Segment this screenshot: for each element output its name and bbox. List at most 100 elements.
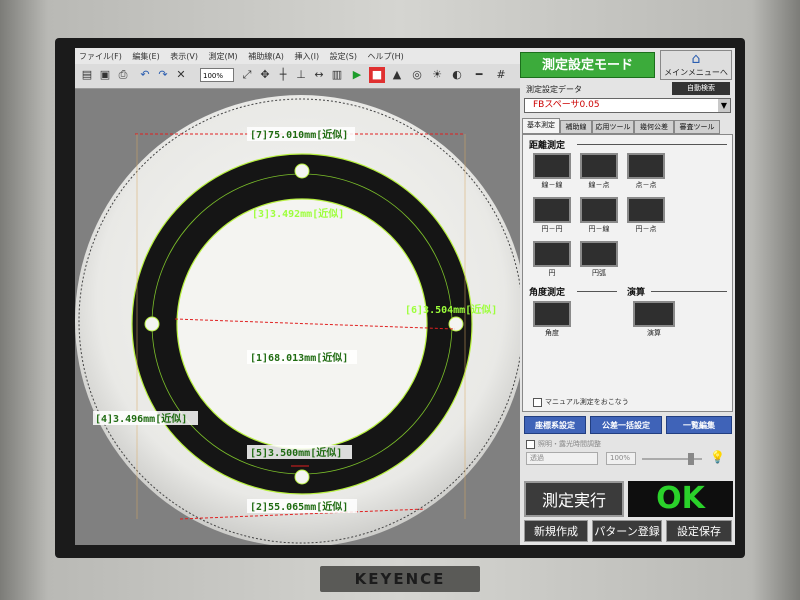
- brightness-icon[interactable]: ☀: [429, 67, 445, 83]
- manual-measure-option[interactable]: マニュアル測定をおこなう: [533, 397, 629, 407]
- pan-icon[interactable]: ✥: [257, 67, 273, 83]
- lamp-icon[interactable]: 💡: [710, 450, 725, 466]
- menu-insert[interactable]: 挿入(I): [290, 48, 323, 62]
- lighting-option[interactable]: 照明・露光時間調整: [526, 439, 601, 449]
- run-measurement-button[interactable]: 測定実行: [524, 481, 624, 517]
- angle-label: 角度: [545, 329, 559, 337]
- chevron-down-icon[interactable]: ▼: [718, 99, 730, 112]
- opacity-field[interactable]: 100%: [606, 452, 636, 465]
- auto-search-button[interactable]: 自動検索: [672, 82, 730, 95]
- tab-bar: 基本測定 補助線 応用ツール 幾何公差 審査ツール: [522, 118, 733, 134]
- line-point-tool[interactable]: [580, 153, 618, 179]
- circle-line-label: 円－線: [588, 225, 610, 233]
- illumination-select[interactable]: 透過: [526, 452, 598, 465]
- ruler-icon[interactable]: ┼: [275, 67, 291, 83]
- menu-auxiliary[interactable]: 補助線(A): [244, 48, 288, 62]
- main-menu-button[interactable]: ⌂ メインメニューへ: [660, 50, 732, 80]
- brand-logo: KEYENCE: [320, 566, 480, 592]
- menu-help[interactable]: ヘルプ(H): [364, 48, 408, 62]
- height-icon[interactable]: ⊥: [293, 67, 309, 83]
- exposure-slider-handle[interactable]: [688, 453, 694, 465]
- selected-setting: FBスペーサ0.05: [533, 100, 600, 110]
- basic-measurement-tab-body: 距離測定 線－線 線－点 点－点 円－円 円－線 円－点 円 円弧 角度測定 演…: [522, 134, 733, 412]
- measurement-label-6[interactable]: [6]3.504mm[近似]: [405, 303, 497, 316]
- calc-section-title: 演算: [627, 288, 646, 298]
- measurement-label-7[interactable]: [7]75.010mm[近似]: [250, 128, 348, 141]
- circle-point-label: 円－点: [635, 225, 657, 233]
- width-icon[interactable]: ↔: [311, 67, 327, 83]
- save-icon[interactable]: ▣: [97, 67, 113, 83]
- point-point-tool[interactable]: [627, 153, 665, 179]
- line-width-icon[interactable]: ━: [471, 67, 487, 83]
- delete-icon[interactable]: ✕: [173, 67, 189, 83]
- fit-icon[interactable]: ⤢: [239, 67, 255, 83]
- measurement-label-5[interactable]: [5]3.500mm[近似]: [250, 446, 342, 459]
- menu-measure[interactable]: 測定(M): [205, 48, 242, 62]
- hole-top: [294, 163, 310, 179]
- section-divider: [651, 291, 727, 292]
- table-icon[interactable]: ▥: [329, 67, 345, 83]
- measurement-canvas: [7]75.010mm[近似] [3]3.492mm[近似] [6]3.504m…: [75, 89, 520, 545]
- target-icon[interactable]: ◎: [409, 67, 425, 83]
- screen: ファイル(F) 編集(E) 表示(V) 測定(M) 補助線(A) 挿入(I) 設…: [75, 48, 735, 545]
- arc-tool[interactable]: [580, 241, 618, 267]
- calc-tool[interactable]: [633, 301, 675, 327]
- pattern-register-button[interactable]: パターン登録: [592, 520, 662, 542]
- home-icon: ⌂: [691, 51, 701, 67]
- angle-tool[interactable]: [533, 301, 571, 327]
- menu-bar: ファイル(F) 編集(E) 表示(V) 測定(M) 補助線(A) 挿入(I) 設…: [75, 48, 520, 64]
- tab-geometric-tolerance[interactable]: 幾何公差: [634, 120, 674, 134]
- line-line-tool[interactable]: [533, 153, 571, 179]
- point-point-label: 点－点: [635, 181, 657, 189]
- measurement-setting-mode-button[interactable]: 測定設定モード: [520, 52, 655, 78]
- camera-view[interactable]: [7]75.010mm[近似] [3]3.492mm[近似] [6]3.504m…: [75, 89, 520, 545]
- new-button[interactable]: 新規作成: [524, 520, 588, 542]
- measurement-label-4[interactable]: [4]3.496mm[近似]: [95, 412, 187, 425]
- undo-icon[interactable]: ↶: [137, 67, 153, 83]
- coordinate-setting-button[interactable]: 座標系設定: [524, 416, 586, 434]
- zoom-select[interactable]: 100%: [200, 68, 234, 82]
- play-icon[interactable]: ▶: [349, 67, 365, 83]
- hole-left: [144, 316, 160, 332]
- tolerance-batch-button[interactable]: 公差一括設定: [590, 416, 662, 434]
- image-icon[interactable]: ▲: [389, 67, 405, 83]
- measurement-label-2[interactable]: [2]55.065mm[近似]: [250, 500, 348, 513]
- list-edit-button[interactable]: 一覧編集: [666, 416, 732, 434]
- save-settings-button[interactable]: 設定保存: [666, 520, 732, 542]
- circle-line-tool[interactable]: [580, 197, 618, 223]
- contrast-icon[interactable]: ◐: [449, 67, 465, 83]
- main-menu-label: メインメニューへ: [664, 68, 728, 77]
- setting-data-select[interactable]: FBスペーサ0.05 ▼: [524, 98, 731, 113]
- calc-label: 演算: [647, 329, 661, 337]
- circle-circle-tool[interactable]: [533, 197, 571, 223]
- circle-tool[interactable]: [533, 241, 571, 267]
- tab-auxiliary[interactable]: 補助線: [560, 120, 592, 134]
- angle-section-title: 角度測定: [529, 288, 566, 298]
- manual-measure-checkbox[interactable]: [533, 397, 542, 407]
- redo-icon[interactable]: ↷: [155, 67, 171, 83]
- value-icon[interactable]: #: [493, 67, 509, 83]
- judgement-result: OK: [628, 481, 733, 517]
- toolbar: ▤ ▣ ⎙ ↶ ↷ ✕ 100% ⤢ ✥ ┼ ⊥ ↔ ▥ ▶ ■ ▲ ◎ ☀ ◐…: [75, 64, 520, 89]
- menu-file[interactable]: ファイル(F): [75, 48, 126, 62]
- line-line-label: 線－線: [541, 181, 563, 189]
- lighting-checkbox[interactable]: [526, 439, 535, 449]
- settings-panel: 測定設定モード ⌂ メインメニューへ 測定設定データ 自動検索 FBスペーサ0.…: [520, 48, 735, 545]
- circle-point-tool[interactable]: [627, 197, 665, 223]
- record-icon[interactable]: ■: [369, 67, 385, 83]
- section-divider: [577, 291, 617, 292]
- measurement-label-3[interactable]: [3]3.492mm[近似]: [252, 207, 344, 220]
- menu-view[interactable]: 表示(V): [166, 48, 202, 62]
- menu-edit[interactable]: 編集(E): [128, 48, 163, 62]
- tab-applied-tools[interactable]: 応用ツール: [592, 120, 634, 134]
- print-icon[interactable]: ⎙: [115, 67, 131, 83]
- tab-inspection-tools[interactable]: 審査ツール: [674, 120, 720, 134]
- manual-measure-label: マニュアル測定をおこなう: [545, 398, 629, 406]
- circle-label: 円: [548, 269, 556, 277]
- menu-settings[interactable]: 設定(S): [326, 48, 361, 62]
- setting-data-label: 測定設定データ: [526, 85, 582, 94]
- arc-label: 円弧: [592, 269, 606, 277]
- open-icon[interactable]: ▤: [79, 67, 95, 83]
- tab-basic[interactable]: 基本測定: [522, 118, 560, 134]
- measurement-label-1[interactable]: [1]68.013mm[近似]: [250, 351, 348, 364]
